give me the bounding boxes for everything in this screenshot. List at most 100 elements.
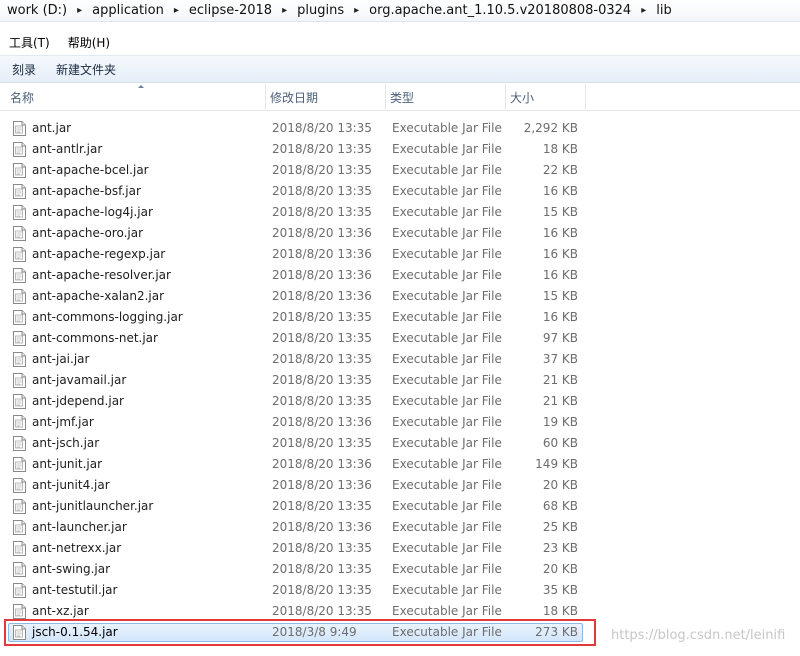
jar-file-icon	[13, 436, 26, 451]
breadcrumb: work (D:) ▸ application ▸ eclipse-2018 ▸ plugi…	[0, 0, 800, 22]
file-row[interactable]: ant-apache-resolver.jar 2018/8/20 13:36 Ex…	[0, 265, 800, 286]
file-row[interactable]: ant-junit.jar 2018/8/20 13:36 Executable J…	[0, 454, 800, 475]
breadcrumb-separator-icon[interactable]: ▸	[77, 5, 82, 16]
file-name: ant-apache-bsf.jar	[32, 184, 141, 198]
breadcrumb-separator-icon[interactable]: ▸	[354, 5, 359, 16]
file-name: ant-jai.jar	[32, 352, 90, 366]
file-row[interactable]: ant-javamail.jar 2018/8/20 13:35 Executabl…	[0, 370, 800, 391]
file-row[interactable]: ant-apache-xalan2.jar 2018/8/20 13:36 Exec…	[0, 286, 800, 307]
file-size: 2,292 KB	[523, 121, 578, 135]
file-type: Executable Jar File	[392, 289, 502, 303]
jar-file-icon	[13, 226, 26, 241]
file-row[interactable]: ant-launcher.jar 2018/8/20 13:36 Executabl…	[0, 517, 800, 538]
file-date: 2018/8/20 13:36	[272, 520, 372, 534]
file-row[interactable]: ant-junitlauncher.jar 2018/8/20 13:35 Exec…	[0, 496, 800, 517]
file-type: Executable Jar File	[392, 457, 502, 471]
file-size: 15 KB	[542, 205, 578, 219]
file-type: Executable Jar File	[392, 163, 502, 177]
breadcrumb-item[interactable]: org.apache.ant_1.10.5.v20180808-0324	[369, 3, 631, 18]
column-size-label: 大小	[510, 91, 535, 105]
breadcrumb-item[interactable]: plugins	[297, 3, 344, 18]
file-date: 2018/8/20 13:35	[272, 142, 372, 156]
file-row[interactable]: ant-apache-regexp.jar 2018/8/20 13:36 Exec…	[0, 244, 800, 265]
file-row[interactable]: ant-apache-oro.jar 2018/8/20 13:36 Executa…	[0, 223, 800, 244]
jar-file-icon	[13, 415, 26, 430]
file-name: ant-apache-bcel.jar	[32, 163, 149, 177]
menu-tools[interactable]: 工具(T)	[0, 34, 59, 51]
file-row[interactable]: ant-testutil.jar 2018/8/20 13:35 Executabl…	[0, 580, 800, 601]
file-size: 16 KB	[542, 247, 578, 261]
breadcrumb-item[interactable]: application	[92, 3, 164, 18]
file-row[interactable]: ant-apache-bsf.jar 2018/8/20 13:35 Executa…	[0, 181, 800, 202]
file-type: Executable Jar File	[392, 310, 502, 324]
jar-file-icon	[13, 373, 26, 388]
file-date: 2018/8/20 13:35	[272, 121, 372, 135]
jar-file-icon	[13, 394, 26, 409]
jar-file-icon	[13, 331, 26, 346]
file-name: ant-javamail.jar	[32, 373, 127, 387]
file-size: 16 KB	[542, 268, 578, 282]
file-row[interactable]: ant-junit4.jar 2018/8/20 13:36 Executable …	[0, 475, 800, 496]
jar-file-icon	[13, 289, 26, 304]
file-row[interactable]: ant.jar 2018/8/20 13:35 Executable Jar Fil…	[0, 118, 800, 139]
file-name: ant-apache-log4j.jar	[32, 205, 153, 219]
file-type: Executable Jar File	[392, 331, 502, 345]
file-date: 2018/8/20 13:35	[272, 562, 372, 576]
file-type: Executable Jar File	[392, 604, 502, 618]
jar-file-icon	[13, 583, 26, 598]
file-row[interactable]: ant-jai.jar 2018/8/20 13:35 Executable Jar…	[0, 349, 800, 370]
file-name: ant-apache-regexp.jar	[32, 247, 166, 261]
jar-file-icon	[13, 142, 26, 157]
file-name: ant-launcher.jar	[32, 520, 127, 534]
file-name: ant-apache-oro.jar	[32, 226, 144, 240]
column-date[interactable]: 修改日期	[266, 84, 386, 110]
jar-file-icon	[13, 478, 26, 493]
breadcrumb-separator-icon[interactable]: ▸	[174, 5, 179, 16]
file-type: Executable Jar File	[392, 499, 502, 513]
new-folder-button[interactable]: 新建文件夹	[46, 61, 126, 78]
breadcrumb-item[interactable]: lib	[656, 3, 671, 18]
file-date: 2018/8/20 13:35	[272, 331, 372, 345]
column-name[interactable]: 名称	[6, 84, 266, 110]
file-size: 273 KB	[535, 625, 578, 639]
file-type: Executable Jar File	[392, 184, 502, 198]
jar-file-icon	[13, 499, 26, 514]
jar-file-icon	[13, 352, 26, 367]
file-row[interactable]: ant-jmf.jar 2018/8/20 13:36 Executable Jar…	[0, 412, 800, 433]
breadcrumb-separator-icon[interactable]: ▸	[282, 5, 287, 16]
file-row[interactable]: ant-xz.jar 2018/8/20 13:35 Executable Jar …	[0, 601, 800, 622]
file-type: Executable Jar File	[392, 352, 502, 366]
file-row[interactable]: ant-jdepend.jar 2018/8/20 13:35 Executable…	[0, 391, 800, 412]
column-type-label: 类型	[390, 91, 415, 105]
file-size: 35 KB	[542, 583, 578, 597]
breadcrumb-item[interactable]: eclipse-2018	[189, 3, 272, 18]
file-row[interactable]: ant-commons-net.jar 2018/8/20 13:35 Execut…	[0, 328, 800, 349]
file-row[interactable]: ant-jsch.jar 2018/8/20 13:35 Executable Ja…	[0, 433, 800, 454]
file-date: 2018/8/20 13:36	[272, 268, 372, 282]
menu-help[interactable]: 帮助(H)	[59, 34, 119, 51]
file-date: 2018/8/20 13:35	[272, 604, 372, 618]
column-size[interactable]: 大小	[506, 84, 586, 110]
file-row[interactable]: ant-apache-bcel.jar 2018/8/20 13:35 Execut…	[0, 160, 800, 181]
file-row[interactable]: ant-netrexx.jar 2018/8/20 13:35 Executable…	[0, 538, 800, 559]
burn-button[interactable]: 刻录	[0, 61, 46, 78]
file-row[interactable]: ant-antlr.jar 2018/8/20 13:35 Executable J…	[0, 139, 800, 160]
file-size: 21 KB	[542, 373, 578, 387]
jar-file-icon	[13, 247, 26, 262]
breadcrumb-separator-icon[interactable]: ▸	[641, 5, 646, 16]
file-type: Executable Jar File	[392, 121, 502, 135]
file-type: Executable Jar File	[392, 247, 502, 261]
jar-file-icon	[13, 310, 26, 325]
breadcrumb-item[interactable]: work (D:)	[7, 3, 67, 18]
file-name: ant-junitlauncher.jar	[32, 499, 154, 513]
file-row[interactable]: ant-apache-log4j.jar 2018/8/20 13:35 Execu…	[0, 202, 800, 223]
file-date: 2018/8/20 13:35	[272, 583, 372, 597]
file-name: ant-jsch.jar	[32, 436, 100, 450]
column-type[interactable]: 类型	[386, 84, 506, 110]
file-type: Executable Jar File	[392, 142, 502, 156]
file-name: ant-jmf.jar	[32, 415, 94, 429]
toolbar: 刻录 新建文件夹	[0, 55, 800, 83]
file-row[interactable]: ant-swing.jar 2018/8/20 13:35 Executable J…	[0, 559, 800, 580]
jar-file-icon	[13, 205, 26, 220]
file-row[interactable]: ant-commons-logging.jar 2018/8/20 13:35 Ex…	[0, 307, 800, 328]
